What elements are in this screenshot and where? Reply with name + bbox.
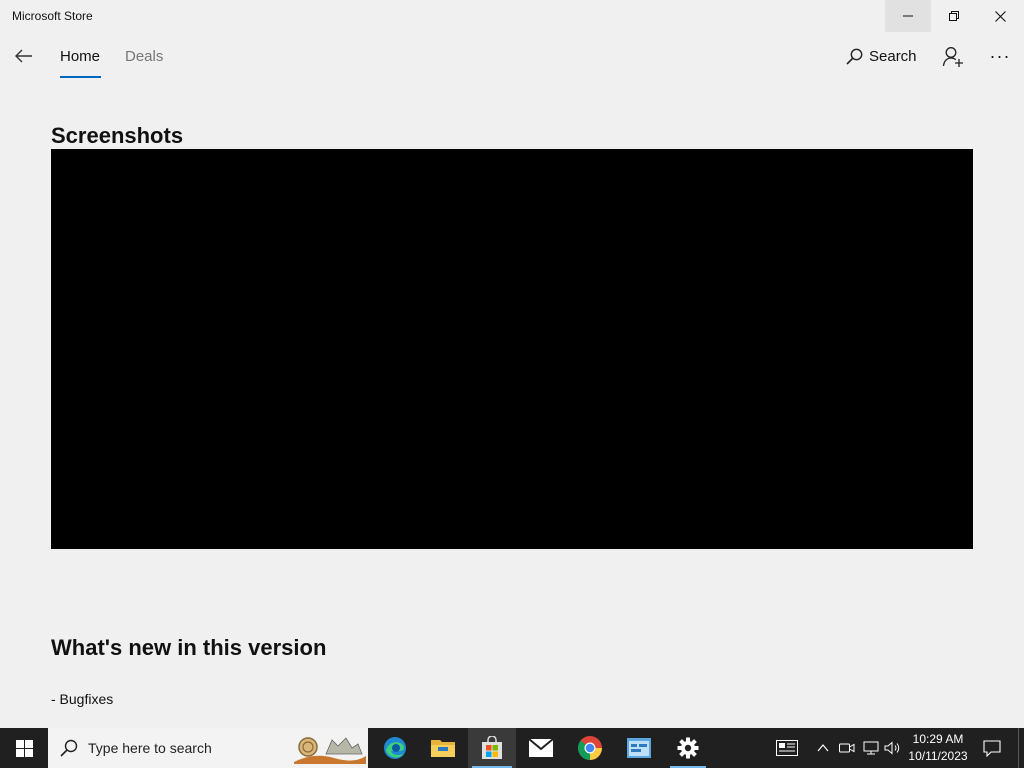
- action-center-button[interactable]: [978, 728, 1006, 768]
- tab-deals[interactable]: Deals: [125, 48, 163, 65]
- screenshot-viewer[interactable]: [51, 149, 973, 549]
- taskbar-mail[interactable]: [517, 728, 565, 768]
- notification-icon: [983, 739, 1001, 757]
- close-icon: [994, 10, 1006, 22]
- release-notes: - Bugfixes: [51, 691, 114, 707]
- tray-news[interactable]: [770, 728, 804, 768]
- screenshots-heading: Screenshots: [51, 123, 184, 148]
- windows-logo-icon: [15, 739, 33, 757]
- news-icon: [776, 740, 798, 756]
- tray-network[interactable]: [860, 728, 882, 768]
- mail-icon: [528, 738, 554, 757]
- store-icon: [482, 736, 502, 759]
- taskbar-chrome[interactable]: [566, 728, 614, 768]
- search-label: Search: [869, 47, 917, 65]
- tray-clock[interactable]: 10:29 AM 10/11/2023: [904, 731, 972, 765]
- taskbar-control-panel[interactable]: [615, 728, 663, 768]
- search-highlight-image: [294, 732, 366, 764]
- show-desktop-button[interactable]: [1018, 728, 1024, 768]
- tab-home[interactable]: Home: [60, 48, 100, 65]
- back-arrow-icon: [15, 49, 32, 63]
- taskbar-file-explorer[interactable]: [419, 728, 467, 768]
- minimize-icon: [903, 15, 913, 17]
- search-placeholder: Type here to search: [88, 740, 212, 756]
- tray-overflow[interactable]: [812, 728, 834, 768]
- search-icon: [846, 48, 863, 65]
- account-button[interactable]: [940, 44, 966, 70]
- network-icon: [863, 741, 879, 755]
- edge-icon: [384, 737, 406, 759]
- taskbar-settings[interactable]: [664, 728, 712, 768]
- search-icon: [60, 739, 78, 757]
- chrome-icon: [577, 736, 602, 760]
- restore-icon: [949, 11, 959, 21]
- selected-tab-indicator: [60, 76, 101, 78]
- taskbar-search-box[interactable]: Type here to search: [48, 728, 368, 768]
- minimize-button[interactable]: [885, 0, 931, 32]
- control-panel-icon: [627, 738, 651, 758]
- gear-icon: [677, 737, 699, 759]
- whats-new-heading: What's new in this version: [51, 635, 327, 660]
- title-bar: Microsoft Store: [0, 0, 1024, 32]
- chevron-up-icon: [817, 744, 829, 752]
- more-options-button[interactable]: ···: [986, 44, 1014, 68]
- search-button[interactable]: Search: [846, 44, 917, 68]
- taskbar-edge[interactable]: [371, 728, 419, 768]
- meet-now-icon: [839, 743, 855, 753]
- close-button[interactable]: [977, 0, 1023, 32]
- clock-date: 10/11/2023: [908, 749, 968, 763]
- volume-icon: [884, 741, 900, 755]
- folder-icon: [431, 740, 455, 757]
- add-account-icon: [942, 47, 963, 67]
- tray-volume[interactable]: [882, 728, 904, 768]
- start-button[interactable]: [0, 728, 48, 768]
- clock-time: 10:29 AM: [912, 732, 964, 746]
- window-title: Microsoft Store: [12, 9, 93, 23]
- back-button[interactable]: [10, 42, 38, 70]
- nav-bar: Home Deals Search ···: [0, 32, 1024, 80]
- tray-meet[interactable]: [836, 728, 858, 768]
- restore-button[interactable]: [931, 0, 977, 32]
- taskbar: Type here to search 10:29 AM 10/11/2023: [0, 728, 1024, 768]
- taskbar-microsoft-store[interactable]: [468, 728, 516, 768]
